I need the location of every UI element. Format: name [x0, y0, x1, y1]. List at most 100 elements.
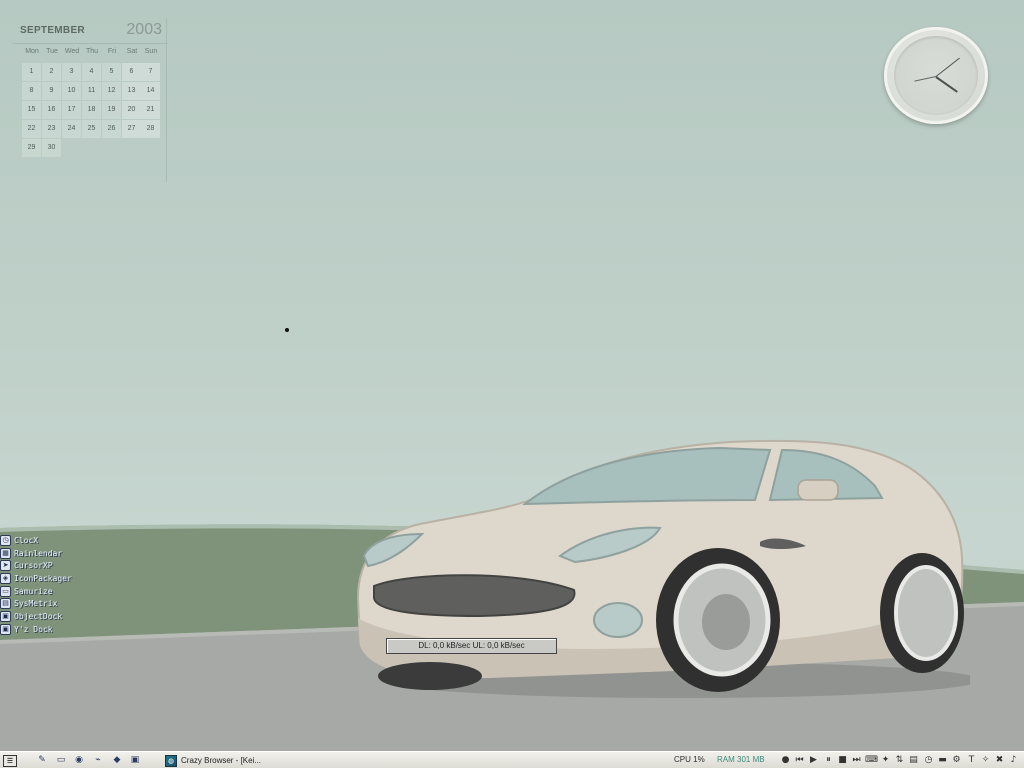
clock-hour-hand — [935, 75, 958, 93]
calendar-day[interactable]: 1 — [22, 63, 41, 81]
clock-minute-hand — [935, 57, 960, 77]
taskbar-task-crazy-browser[interactable]: ◍ Crazy Browser - [Kei... — [163, 753, 313, 768]
calendar-day[interactable]: 25 — [82, 120, 101, 138]
calendar-weekday: Thu — [85, 48, 99, 55]
car-front-left-tire — [378, 662, 482, 690]
calendar-day[interactable]: 14 — [141, 82, 160, 100]
calendar-day[interactable]: 8 — [22, 82, 41, 100]
next-track-icon[interactable]: ⏭ — [851, 754, 862, 766]
calendar-day[interactable]: 11 — [82, 82, 101, 100]
car-front-wheel-hub — [702, 594, 750, 650]
calendar-widget: SEPTEMBER 2003 Mon Tue Wed Thu Fri Sat Sun 1 2 3 4… — [12, 18, 168, 182]
cursor-icon: ➤ — [0, 560, 11, 572]
clock-tray-icon[interactable]: ◷ — [923, 754, 934, 766]
globe-icon[interactable]: ◉ — [73, 754, 85, 766]
calendar-header: SEPTEMBER 2003 — [12, 18, 168, 44]
arrows-icon[interactable]: ⇅ — [894, 754, 905, 766]
calendar-day[interactable]: 19 — [102, 101, 121, 119]
calendar-day[interactable]: 23 — [42, 120, 61, 138]
mouse-cursor — [285, 328, 289, 332]
launcher-item-label: Y'z Dock — [14, 624, 53, 634]
play-icon[interactable]: ▶ — [808, 754, 819, 766]
calendar-weekday: Fri — [107, 48, 117, 55]
package-icon: ◈ — [0, 572, 11, 584]
calendar-day[interactable]: 27 — [122, 120, 141, 138]
meter-icon: ▤ — [0, 598, 11, 610]
launcher-item-label: ObjectDock — [14, 611, 63, 621]
monitor-icon: ▭ — [0, 585, 11, 597]
calendar-day[interactable]: 30 — [42, 139, 61, 157]
previous-track-icon[interactable]: ⏮ — [794, 754, 805, 766]
clock-icon: ◷ — [0, 534, 11, 546]
stop-icon[interactable]: ■ — [837, 754, 848, 766]
calendar-day[interactable]: 16 — [42, 101, 61, 119]
ram-usage: RAM 301 MB — [717, 755, 765, 764]
launcher-item-label: ClocX — [14, 535, 39, 545]
calendar-day[interactable]: 13 — [122, 82, 141, 100]
window-icon[interactable]: ▣ — [129, 754, 141, 766]
package-icon[interactable]: ◆ — [111, 754, 123, 766]
calendar-day[interactable]: 15 — [22, 101, 41, 119]
start-button[interactable]: ☰ — [3, 755, 17, 767]
calendar-day[interactable]: 29 — [22, 139, 41, 157]
calendar-weekday: Sat — [126, 48, 138, 55]
calendar-day[interactable]: 22 — [22, 120, 41, 138]
play-green-icon[interactable]: ● — [780, 754, 791, 766]
app-launcher: ◷ ClocX ▦ Rainlendar ➤ CursorXP ◈ IconPackager ▭… — [0, 534, 90, 636]
computer-icon[interactable]: ▬ — [937, 754, 948, 766]
launcher-item[interactable]: ◷ ClocX — [0, 534, 90, 547]
taskbar: ☰ ✎ ▭ ◉ ⌁ ◆ ▣ ◍ Crazy Browser - [Kei... … — [0, 751, 1024, 768]
calendar-day[interactable]: 21 — [141, 101, 160, 119]
pause-icon[interactable]: ⏸ — [823, 754, 834, 766]
calendar-day[interactable]: 3 — [62, 63, 81, 81]
launcher-item-label: IconPackager — [14, 573, 72, 583]
calendar-weekday: Wed — [64, 48, 80, 55]
clock-second-hand — [914, 75, 937, 82]
car-fog-light — [593, 602, 643, 638]
launcher-item[interactable]: ◈ IconPackager — [0, 572, 90, 585]
text-icon[interactable]: T — [966, 754, 977, 766]
calendar-weekday: Sun — [144, 48, 158, 55]
speaker-icon[interactable]: ♪ — [1008, 754, 1019, 766]
monitor-icon[interactable]: ▭ — [55, 754, 67, 766]
task-label: Crazy Browser - [Kei... — [181, 756, 262, 765]
gear-icon[interactable]: ⚙ — [951, 754, 962, 766]
launcher-item-label: Rainlendar — [14, 548, 63, 558]
calendar-day[interactable]: 18 — [82, 101, 101, 119]
launcher-item-label: SysMetrix — [14, 599, 58, 609]
network-meter: DL: 0,0 kB/sec UL: 0,0 kB/sec — [386, 638, 557, 654]
car-grille — [373, 574, 576, 618]
calendar-day[interactable]: 28 — [141, 120, 160, 138]
launcher-item[interactable]: ▣ Y'z Dock — [0, 623, 90, 636]
launcher-item[interactable]: ▦ Rainlendar — [0, 547, 90, 560]
calendar-day[interactable]: 5 — [102, 63, 121, 81]
calendar-day[interactable]: 12 — [102, 82, 121, 100]
pencil-icon[interactable]: ✎ — [36, 754, 48, 766]
calendar-day[interactable]: 24 — [62, 120, 81, 138]
calendar-day[interactable]: 9 — [42, 82, 61, 100]
network-icon[interactable]: ⌁ — [92, 754, 104, 766]
calendar-day[interactable]: 17 — [62, 101, 81, 119]
calendar-day[interactable]: 7 — [141, 63, 160, 81]
launcher-item[interactable]: ▭ Samurize — [0, 585, 90, 598]
calendar-day[interactable]: 20 — [122, 101, 141, 119]
tools-icon[interactable]: ✦ — [880, 754, 891, 766]
calendar-day[interactable]: 6 — [122, 63, 141, 81]
red-tool-icon[interactable]: ✖ — [994, 754, 1005, 766]
analog-clock — [884, 27, 988, 124]
calendar-weekday: Mon — [25, 48, 39, 55]
calendar-day[interactable]: 10 — [62, 82, 81, 100]
calendar-month: SEPTEMBER — [20, 25, 85, 36]
calendar-day[interactable]: 2 — [42, 63, 61, 81]
launcher-item-label: Samurize — [14, 586, 53, 596]
display-icon[interactable]: ▤ — [908, 754, 919, 766]
launcher-item[interactable]: ▤ SysMetrix — [0, 597, 90, 610]
calendar-day[interactable]: 26 — [102, 120, 121, 138]
wand-icon[interactable]: ✧ — [980, 754, 991, 766]
network-tray-icon[interactable]: ⌨ — [865, 754, 878, 766]
calendar-day[interactable]: 4 — [82, 63, 101, 81]
launcher-item[interactable]: ➤ CursorXP — [0, 559, 90, 572]
launcher-item[interactable]: ▣ ObjectDock — [0, 610, 90, 623]
dock-icon: ▣ — [0, 623, 11, 635]
calendar-icon: ▦ — [0, 547, 11, 559]
